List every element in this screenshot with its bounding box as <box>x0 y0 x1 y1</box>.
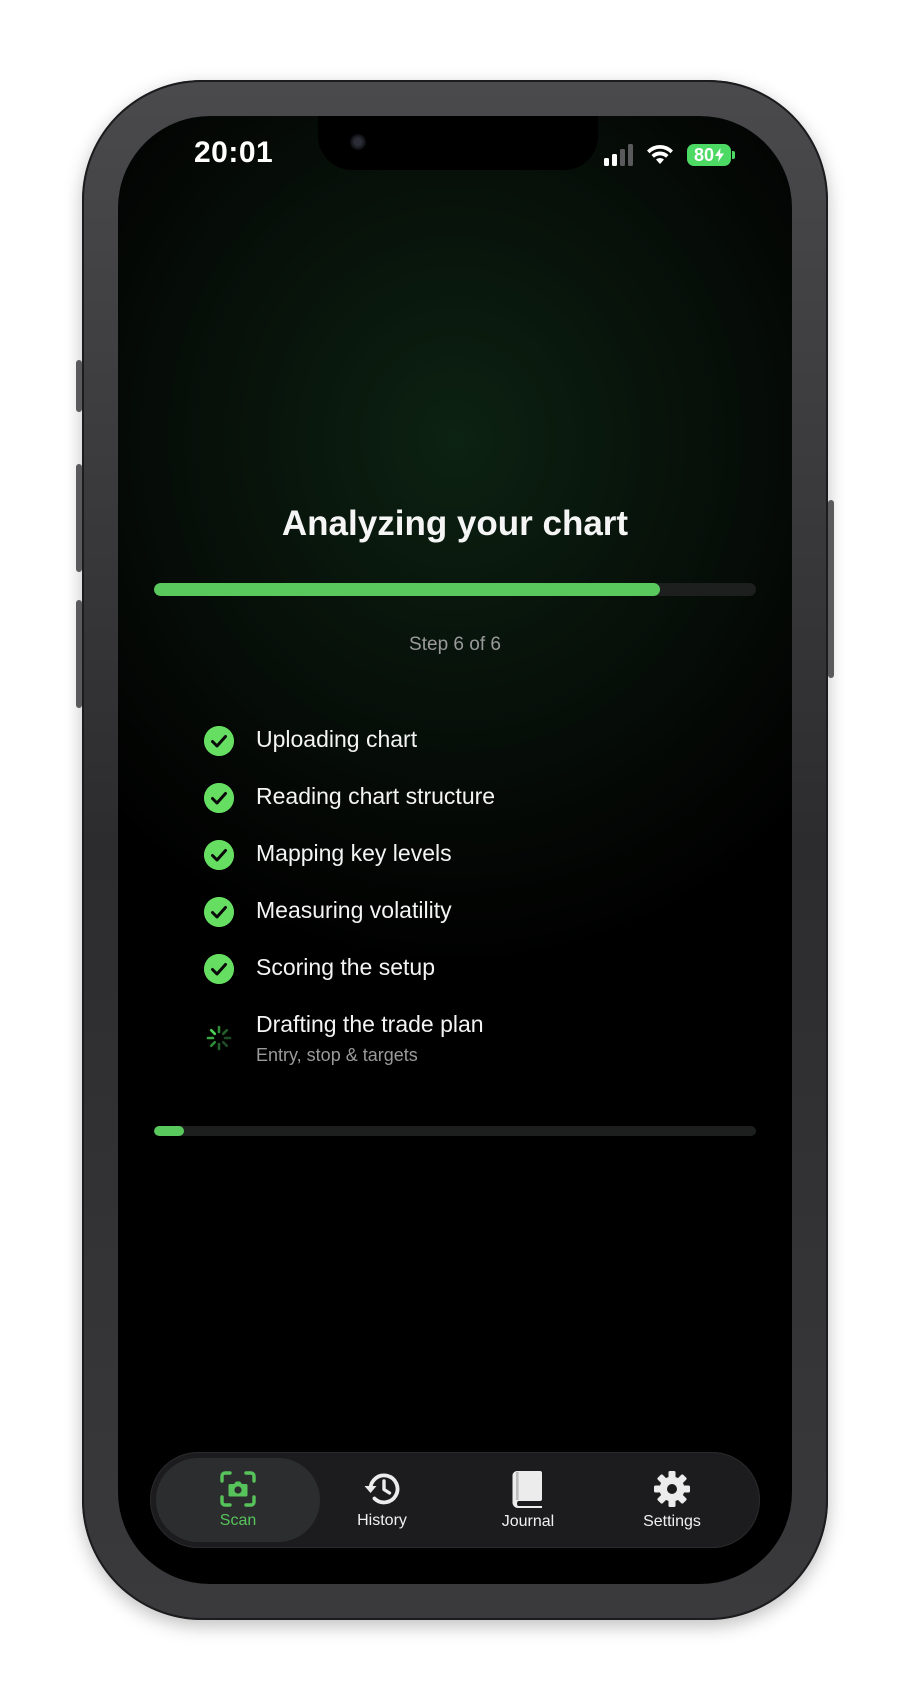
step-label: Mapping key levels <box>256 840 452 866</box>
step-counter: Step 6 of 6 <box>409 634 501 655</box>
battery-level: 80 <box>693 144 715 165</box>
step-label: Scoring the setup <box>256 954 436 980</box>
power-button <box>828 500 834 678</box>
step-progress-fill <box>154 1126 185 1136</box>
check-circle-icon <box>204 954 234 984</box>
tab-journal[interactable]: Journal <box>446 1458 610 1542</box>
tab-history[interactable]: History <box>300 1458 464 1542</box>
page-title: Analyzing your chart <box>281 504 629 543</box>
status-time: 20:01 <box>194 136 274 169</box>
cellular-signal-icon <box>604 144 633 166</box>
check-circle-icon <box>204 840 234 870</box>
step-progress-bar <box>154 1126 756 1136</box>
status-icons: 80 <box>604 144 735 166</box>
step-detail: Entry, stop & targets <box>256 1045 418 1065</box>
volume-down-button <box>76 600 82 708</box>
tab-scan[interactable]: Scan <box>156 1458 320 1542</box>
step-label: Reading chart structure <box>256 783 496 809</box>
tab-label: Scan <box>219 1512 257 1529</box>
overall-progress-fill <box>154 583 660 596</box>
volume-up-button <box>76 464 82 572</box>
front-camera-icon <box>350 134 366 150</box>
tab-settings[interactable]: Settings <box>590 1458 754 1542</box>
notch <box>318 116 598 170</box>
check-circle-icon <box>204 726 234 756</box>
step-label: Drafting the trade plan <box>256 1011 484 1037</box>
charging-bolt-icon <box>715 148 725 162</box>
phone-frame: 20:01 80 Analyzing your chart Step 6 of … <box>76 80 834 1620</box>
overall-progress-bar <box>154 583 756 596</box>
scan-camera-icon <box>220 1471 256 1507</box>
wifi-icon <box>647 144 673 164</box>
gear-icon <box>654 1471 690 1507</box>
battery-icon: 80 <box>687 144 735 166</box>
loading-spinner-icon <box>206 1025 232 1051</box>
mute-switch <box>76 360 82 412</box>
tab-label: Journal <box>501 1513 555 1530</box>
check-circle-icon <box>204 897 234 927</box>
check-circle-icon <box>204 783 234 813</box>
step-label: Uploading chart <box>256 726 418 752</box>
tab-label: History <box>357 1512 407 1529</box>
screen: 20:01 80 Analyzing your chart Step 6 of … <box>118 116 792 1584</box>
journal-book-icon <box>512 1471 542 1508</box>
tab-label: Settings <box>643 1513 701 1530</box>
tab-bar: Scan History Journal Settings <box>150 1452 760 1548</box>
step-label: Measuring volatility <box>256 897 452 923</box>
history-icon <box>364 1473 400 1505</box>
